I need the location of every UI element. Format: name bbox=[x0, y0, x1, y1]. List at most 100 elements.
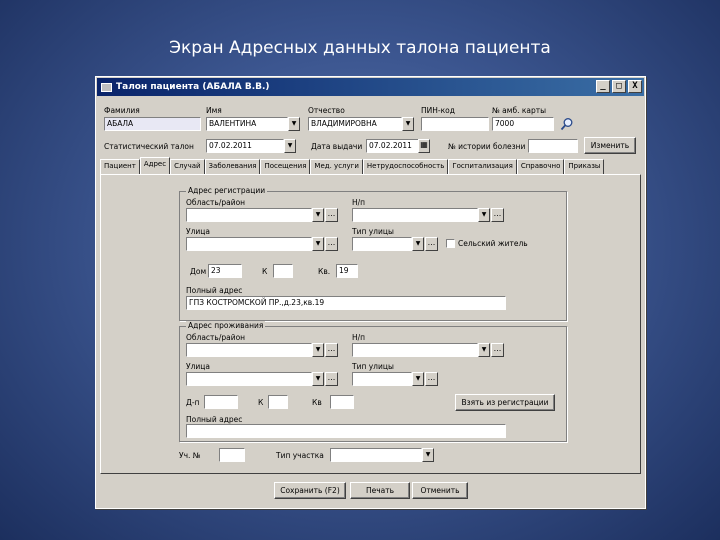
rural-resident-checkbox[interactable] bbox=[446, 239, 455, 248]
res-street-type-field[interactable] bbox=[352, 372, 412, 386]
res-np-dropdown-icon[interactable]: ▼ bbox=[478, 343, 490, 357]
reg-house-label: Дом bbox=[190, 267, 207, 276]
reg-np-field[interactable] bbox=[352, 208, 478, 222]
res-np-field[interactable] bbox=[352, 343, 478, 357]
registration-group-title: Адрес регистрации bbox=[186, 186, 268, 195]
res-np-label: Н/п bbox=[352, 333, 366, 342]
case-history-label: № истории болезни bbox=[448, 142, 526, 151]
res-street-type-combo[interactable]: ▼ bbox=[352, 372, 424, 386]
tab-address[interactable]: Адрес bbox=[139, 157, 171, 174]
res-house-field[interactable] bbox=[204, 395, 238, 409]
res-street-more-button[interactable]: ... bbox=[325, 372, 338, 386]
reg-street-type-combo[interactable]: ▼ bbox=[352, 237, 424, 251]
name-dropdown-icon[interactable]: ▼ bbox=[288, 117, 300, 131]
res-region-label: Область/район bbox=[186, 333, 246, 342]
res-street-type-dropdown-icon[interactable]: ▼ bbox=[412, 372, 424, 386]
cancel-button[interactable]: Отменить bbox=[412, 482, 468, 499]
reg-street-type-more-button[interactable]: ... bbox=[425, 237, 438, 251]
reg-street-field[interactable] bbox=[186, 237, 312, 251]
reg-region-field[interactable] bbox=[186, 208, 312, 222]
res-street-combo[interactable]: ▼ bbox=[186, 372, 324, 386]
res-full-address-field[interactable] bbox=[186, 424, 506, 438]
res-region-dropdown-icon[interactable]: ▼ bbox=[312, 343, 324, 357]
tab-case[interactable]: Случай bbox=[170, 159, 205, 174]
reg-korpus-label: К bbox=[262, 267, 268, 276]
reg-region-combo[interactable]: ▼ bbox=[186, 208, 324, 222]
window-titlebar[interactable]: Талон пациента (АБАЛА В.В.) _ □ X bbox=[97, 78, 644, 96]
change-button[interactable]: Изменить bbox=[584, 137, 636, 154]
search-icon[interactable] bbox=[560, 117, 574, 131]
surname-field[interactable]: АБАЛА bbox=[104, 117, 201, 131]
reg-region-more-button[interactable]: ... bbox=[325, 208, 338, 222]
tab-reference[interactable]: Справочно bbox=[516, 159, 565, 174]
reg-np-label: Н/п bbox=[352, 198, 366, 207]
stat-ticket-combo[interactable]: 07.02.2011 ▼ bbox=[206, 139, 296, 153]
name-combo[interactable]: ВАЛЕНТИНА ▼ bbox=[206, 117, 300, 131]
maximize-button[interactable]: □ bbox=[612, 80, 626, 93]
res-korpus-field[interactable] bbox=[268, 395, 288, 409]
district-number-field[interactable] bbox=[219, 448, 245, 462]
save-button[interactable]: Сохранить (F2) bbox=[274, 482, 346, 499]
reg-full-address-label: Полный адрес bbox=[186, 286, 243, 295]
res-full-address-label: Полный адрес bbox=[186, 415, 243, 424]
district-type-dropdown-icon[interactable]: ▼ bbox=[422, 448, 434, 462]
reg-street-type-field[interactable] bbox=[352, 237, 412, 251]
stat-ticket-dropdown-icon[interactable]: ▼ bbox=[284, 139, 296, 153]
patronymic-combo[interactable]: ВЛАДИМИРОВНА ▼ bbox=[308, 117, 414, 131]
reg-street-more-button[interactable]: ... bbox=[325, 237, 338, 251]
issue-date-field[interactable]: 07.02.2011 bbox=[366, 139, 426, 153]
reg-street-combo[interactable]: ▼ bbox=[186, 237, 324, 251]
res-region-more-button[interactable]: ... bbox=[325, 343, 338, 357]
card-number-field[interactable]: 7000 bbox=[492, 117, 554, 131]
address-tab-panel: Адрес регистрации Область/район ▼ ... Н/… bbox=[100, 174, 641, 474]
pin-field[interactable] bbox=[421, 117, 489, 131]
reg-np-combo[interactable]: ▼ bbox=[352, 208, 490, 222]
tab-disability[interactable]: Нетрудоспособность bbox=[362, 159, 449, 174]
district-type-field[interactable] bbox=[330, 448, 422, 462]
calendar-icon[interactable]: ▦ bbox=[418, 139, 430, 153]
reg-region-dropdown-icon[interactable]: ▼ bbox=[312, 208, 324, 222]
card-number-label: № амб. карты bbox=[492, 106, 547, 115]
res-street-type-more-button[interactable]: ... bbox=[425, 372, 438, 386]
patronymic-label: Отчество bbox=[308, 106, 345, 115]
reg-street-type-dropdown-icon[interactable]: ▼ bbox=[412, 237, 424, 251]
reg-house-field[interactable]: 23 bbox=[208, 264, 242, 278]
reg-street-dropdown-icon[interactable]: ▼ bbox=[312, 237, 324, 251]
case-history-field[interactable] bbox=[528, 139, 578, 153]
district-type-combo[interactable]: ▼ bbox=[330, 448, 434, 462]
tab-orders[interactable]: Приказы bbox=[564, 159, 605, 174]
reg-full-address-field[interactable]: ГПЗ КОСТРОМСКОЙ ПР.,д.23,кв.19 bbox=[186, 296, 506, 310]
reg-apartment-label: Кв. bbox=[318, 267, 331, 276]
reg-street-type-label: Тип улицы bbox=[352, 227, 394, 236]
res-apartment-field[interactable] bbox=[330, 395, 354, 409]
pin-label: ПИН-код bbox=[421, 106, 455, 115]
reg-np-dropdown-icon[interactable]: ▼ bbox=[478, 208, 490, 222]
district-number-label: Уч. № bbox=[179, 451, 201, 460]
res-region-field[interactable] bbox=[186, 343, 312, 357]
reg-apartment-field[interactable]: 19 bbox=[336, 264, 358, 278]
res-np-combo[interactable]: ▼ bbox=[352, 343, 490, 357]
res-street-dropdown-icon[interactable]: ▼ bbox=[312, 372, 324, 386]
tab-hospitalization[interactable]: Госпитализация bbox=[448, 159, 517, 174]
reg-np-more-button[interactable]: ... bbox=[491, 208, 504, 222]
tab-visits[interactable]: Посещения bbox=[260, 159, 311, 174]
tab-diseases[interactable]: Заболевания bbox=[204, 159, 261, 174]
patronymic-field[interactable]: ВЛАДИМИРОВНА bbox=[308, 117, 402, 131]
tab-patient[interactable]: Пациент bbox=[100, 159, 140, 174]
copy-from-registration-button[interactable]: Взять из регистрации bbox=[455, 394, 555, 411]
res-street-field[interactable] bbox=[186, 372, 312, 386]
close-button[interactable]: X bbox=[628, 80, 642, 93]
res-np-more-button[interactable]: ... bbox=[491, 343, 504, 357]
minimize-button[interactable]: _ bbox=[596, 80, 610, 93]
stat-ticket-field[interactable]: 07.02.2011 bbox=[206, 139, 284, 153]
res-region-combo[interactable]: ▼ bbox=[186, 343, 324, 357]
district-type-label: Тип участка bbox=[276, 451, 324, 460]
tab-med-services[interactable]: Мед. услуги bbox=[310, 159, 363, 174]
name-field[interactable]: ВАЛЕНТИНА bbox=[206, 117, 288, 131]
patronymic-dropdown-icon[interactable]: ▼ bbox=[402, 117, 414, 131]
reg-korpus-field[interactable] bbox=[273, 264, 293, 278]
print-button[interactable]: Печать bbox=[350, 482, 410, 499]
registration-group: Адрес регистрации Область/район ▼ ... Н/… bbox=[179, 186, 567, 321]
res-apartment-label: Кв bbox=[312, 398, 322, 407]
patient-ticket-window: Талон пациента (АБАЛА В.В.) _ □ X Фамили… bbox=[95, 76, 646, 509]
